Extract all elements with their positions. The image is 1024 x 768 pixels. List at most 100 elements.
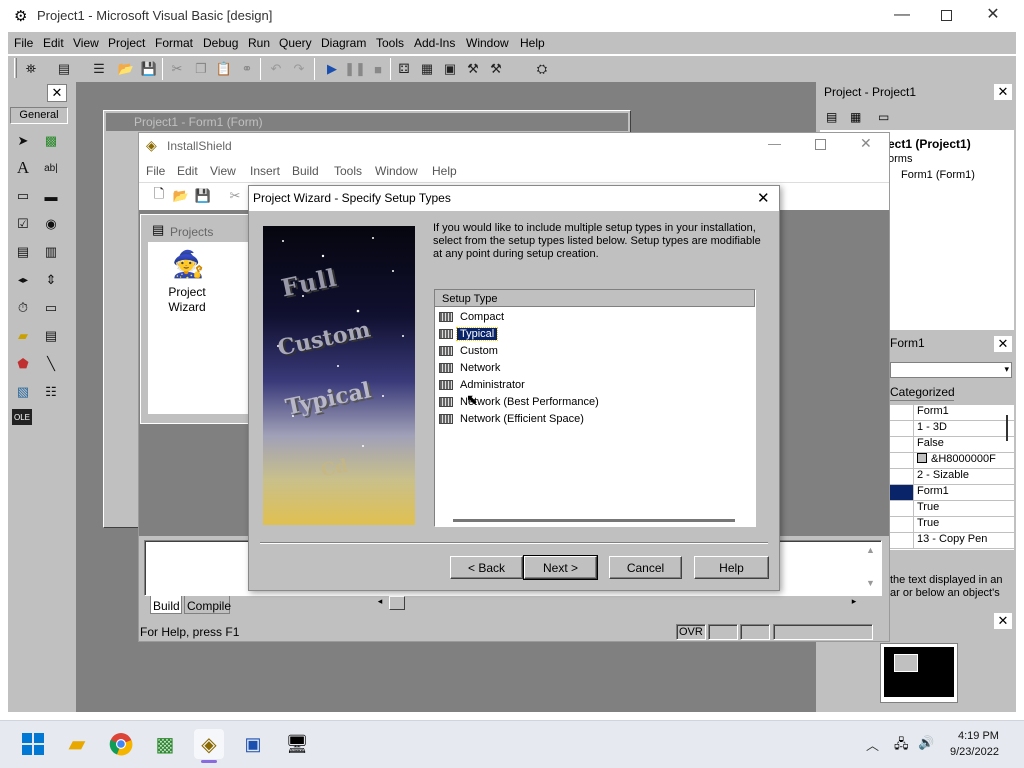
undo-icon[interactable]: ↶ xyxy=(267,60,285,78)
property-row[interactable]: &H8000000F xyxy=(890,453,1014,469)
maximize-button[interactable] xyxy=(937,6,957,24)
menu-project[interactable]: Project xyxy=(108,36,145,50)
start-icon[interactable] xyxy=(18,729,48,759)
cancel-button[interactable]: Cancel xyxy=(609,556,682,579)
redo-icon[interactable]: ↷ xyxy=(290,60,308,78)
image-icon[interactable]: ▧ xyxy=(12,381,34,403)
output-tab-compile[interactable]: Compile xyxy=(184,596,231,614)
properties-window-icon[interactable]: ▦ xyxy=(418,60,436,78)
menu-edit[interactable]: Edit xyxy=(43,36,64,50)
data-icon[interactable]: ☷ xyxy=(40,381,62,403)
close-button[interactable]: ✕ xyxy=(982,4,1004,26)
tab-categorized[interactable]: Categorized xyxy=(890,385,955,401)
cut-icon[interactable]: ✂ xyxy=(168,60,186,78)
view-object-icon[interactable]: ▦ xyxy=(850,110,861,124)
object-combobox[interactable]: ▾ xyxy=(890,362,1012,378)
project-tree-form1[interactable]: Form1 (Form1) xyxy=(901,169,975,181)
toggle-folders-icon[interactable]: ▭ xyxy=(878,110,889,124)
menu-diagram[interactable]: Diagram xyxy=(321,36,366,50)
property-row[interactable]: False xyxy=(890,437,1014,453)
dirlistbox-icon[interactable]: ▰ xyxy=(12,325,34,347)
is-cut-icon[interactable]: ✂ xyxy=(226,187,244,205)
end-icon[interactable]: ■ xyxy=(369,60,387,78)
pointer-icon[interactable]: ➤ xyxy=(12,130,34,152)
properties-panel-close-button[interactable]: ✕ xyxy=(994,336,1012,352)
chevron-up-icon[interactable]: ︿ xyxy=(866,735,879,754)
menu-file[interactable]: File xyxy=(14,36,33,50)
volume-icon[interactable]: 🔊 xyxy=(918,735,934,751)
commandbutton-icon[interactable]: ▬ xyxy=(40,185,62,207)
network-icon[interactable]: 🖧 xyxy=(894,735,909,757)
data-view-icon[interactable]: ⛭ xyxy=(533,60,551,78)
is-menu-insert[interactable]: Insert xyxy=(250,164,280,178)
is-menu-edit[interactable]: Edit xyxy=(177,164,198,178)
property-row[interactable]: 1 - 3D xyxy=(890,421,1014,437)
setup-type-list[interactable]: Setup Type Compact Typical Custom Networ… xyxy=(434,289,756,527)
setup-type-custom[interactable]: Custom xyxy=(439,343,501,359)
frame-icon[interactable]: ▭ xyxy=(12,185,34,207)
listbox-icon[interactable]: ▥ xyxy=(40,241,62,263)
textbox-icon[interactable]: ab| xyxy=(40,157,62,179)
setup-type-administrator[interactable]: Administrator xyxy=(439,377,528,393)
menu-tools[interactable]: Tools xyxy=(376,36,404,50)
setup-taskbar-icon[interactable]: 🖥 xyxy=(282,729,312,759)
menu-view[interactable]: View xyxy=(73,36,99,50)
project-wizard-label[interactable]: Project Wizard xyxy=(164,285,210,315)
output-tab-build[interactable]: Build xyxy=(150,596,182,614)
help-button[interactable]: Help xyxy=(694,556,769,579)
wizard-project-icon[interactable]: 🧙 xyxy=(172,249,204,280)
toolbox-tab-general[interactable]: General xyxy=(10,107,68,124)
menu-addins[interactable]: Add-Ins xyxy=(414,36,455,50)
menu-editor-icon[interactable]: ☰ xyxy=(90,60,108,78)
vscrollbar-icon[interactable]: ⇕ xyxy=(40,269,62,291)
installshield-maximize-button[interactable] xyxy=(815,139,826,150)
optionbutton-icon[interactable]: ◉ xyxy=(40,213,62,235)
break-icon[interactable]: ❚❚ xyxy=(344,60,366,78)
menu-window[interactable]: Window xyxy=(466,36,509,50)
installshield-taskbar-icon[interactable]: ◈ xyxy=(194,729,224,759)
paste-icon[interactable]: 📋 xyxy=(215,60,233,78)
project-panel-close-button[interactable]: ✕ xyxy=(994,84,1012,100)
drivelistbox-icon[interactable]: ▭ xyxy=(40,297,62,319)
start-icon[interactable]: ▶ xyxy=(323,60,341,78)
property-row[interactable]: True xyxy=(890,501,1014,517)
object-browser-icon[interactable]: ⚒ xyxy=(464,60,482,78)
output-scroll-up[interactable]: ▲ xyxy=(866,545,875,555)
timer-icon[interactable]: ⏱ xyxy=(12,297,34,319)
menu-run[interactable]: Run xyxy=(248,36,270,50)
file-explorer-icon[interactable]: ▰ xyxy=(62,729,92,759)
is-menu-build[interactable]: Build xyxy=(292,164,319,178)
chrome-icon[interactable] xyxy=(106,729,136,759)
installshield-close-button[interactable]: ✕ xyxy=(860,135,872,152)
open-icon[interactable]: 📂 xyxy=(117,60,135,78)
clock-time[interactable]: 4:19 PM xyxy=(958,730,999,742)
is-menu-view[interactable]: View xyxy=(210,164,236,178)
is-menu-file[interactable]: File xyxy=(146,164,165,178)
label-icon[interactable]: A xyxy=(12,157,34,179)
property-row[interactable]: Form1 xyxy=(890,405,1014,421)
line-icon[interactable]: ╲ xyxy=(40,353,62,375)
is-menu-help[interactable]: Help xyxy=(432,164,457,178)
menu-format[interactable]: Format xyxy=(155,36,193,50)
back-button[interactable]: < Back xyxy=(450,556,523,579)
is-new-icon[interactable]: 🗋 xyxy=(150,186,168,205)
property-row[interactable]: 13 - Copy Pen xyxy=(890,533,1014,549)
menu-query[interactable]: Query xyxy=(279,36,312,50)
setup-type-network[interactable]: Network xyxy=(439,360,503,376)
installshield-minimize-button[interactable]: — xyxy=(768,136,781,151)
output-hscroll-thumb[interactable] xyxy=(389,596,405,610)
hscrollbar-icon[interactable]: ◂▸ xyxy=(12,269,34,291)
menu-debug[interactable]: Debug xyxy=(203,36,238,50)
is-open-icon[interactable]: 📂 xyxy=(172,187,190,205)
output-hscroll-left[interactable]: ◂ xyxy=(372,596,388,610)
filelistbox-icon[interactable]: ▤ xyxy=(40,325,62,347)
property-row[interactable]: 2 - Sizable xyxy=(890,469,1014,485)
vb-taskbar-icon[interactable]: ▩ xyxy=(150,729,180,759)
property-row-selected[interactable]: Form1 xyxy=(890,485,1014,501)
form-layout-form-preview[interactable] xyxy=(894,654,918,672)
is-save-icon[interactable]: 💾 xyxy=(194,187,212,205)
copy-icon[interactable]: ❐ xyxy=(192,60,210,78)
view-code-icon[interactable]: ▤ xyxy=(826,110,837,124)
picturebox-icon[interactable]: ▩ xyxy=(40,130,62,152)
ole-icon[interactable]: OLE xyxy=(12,409,32,425)
